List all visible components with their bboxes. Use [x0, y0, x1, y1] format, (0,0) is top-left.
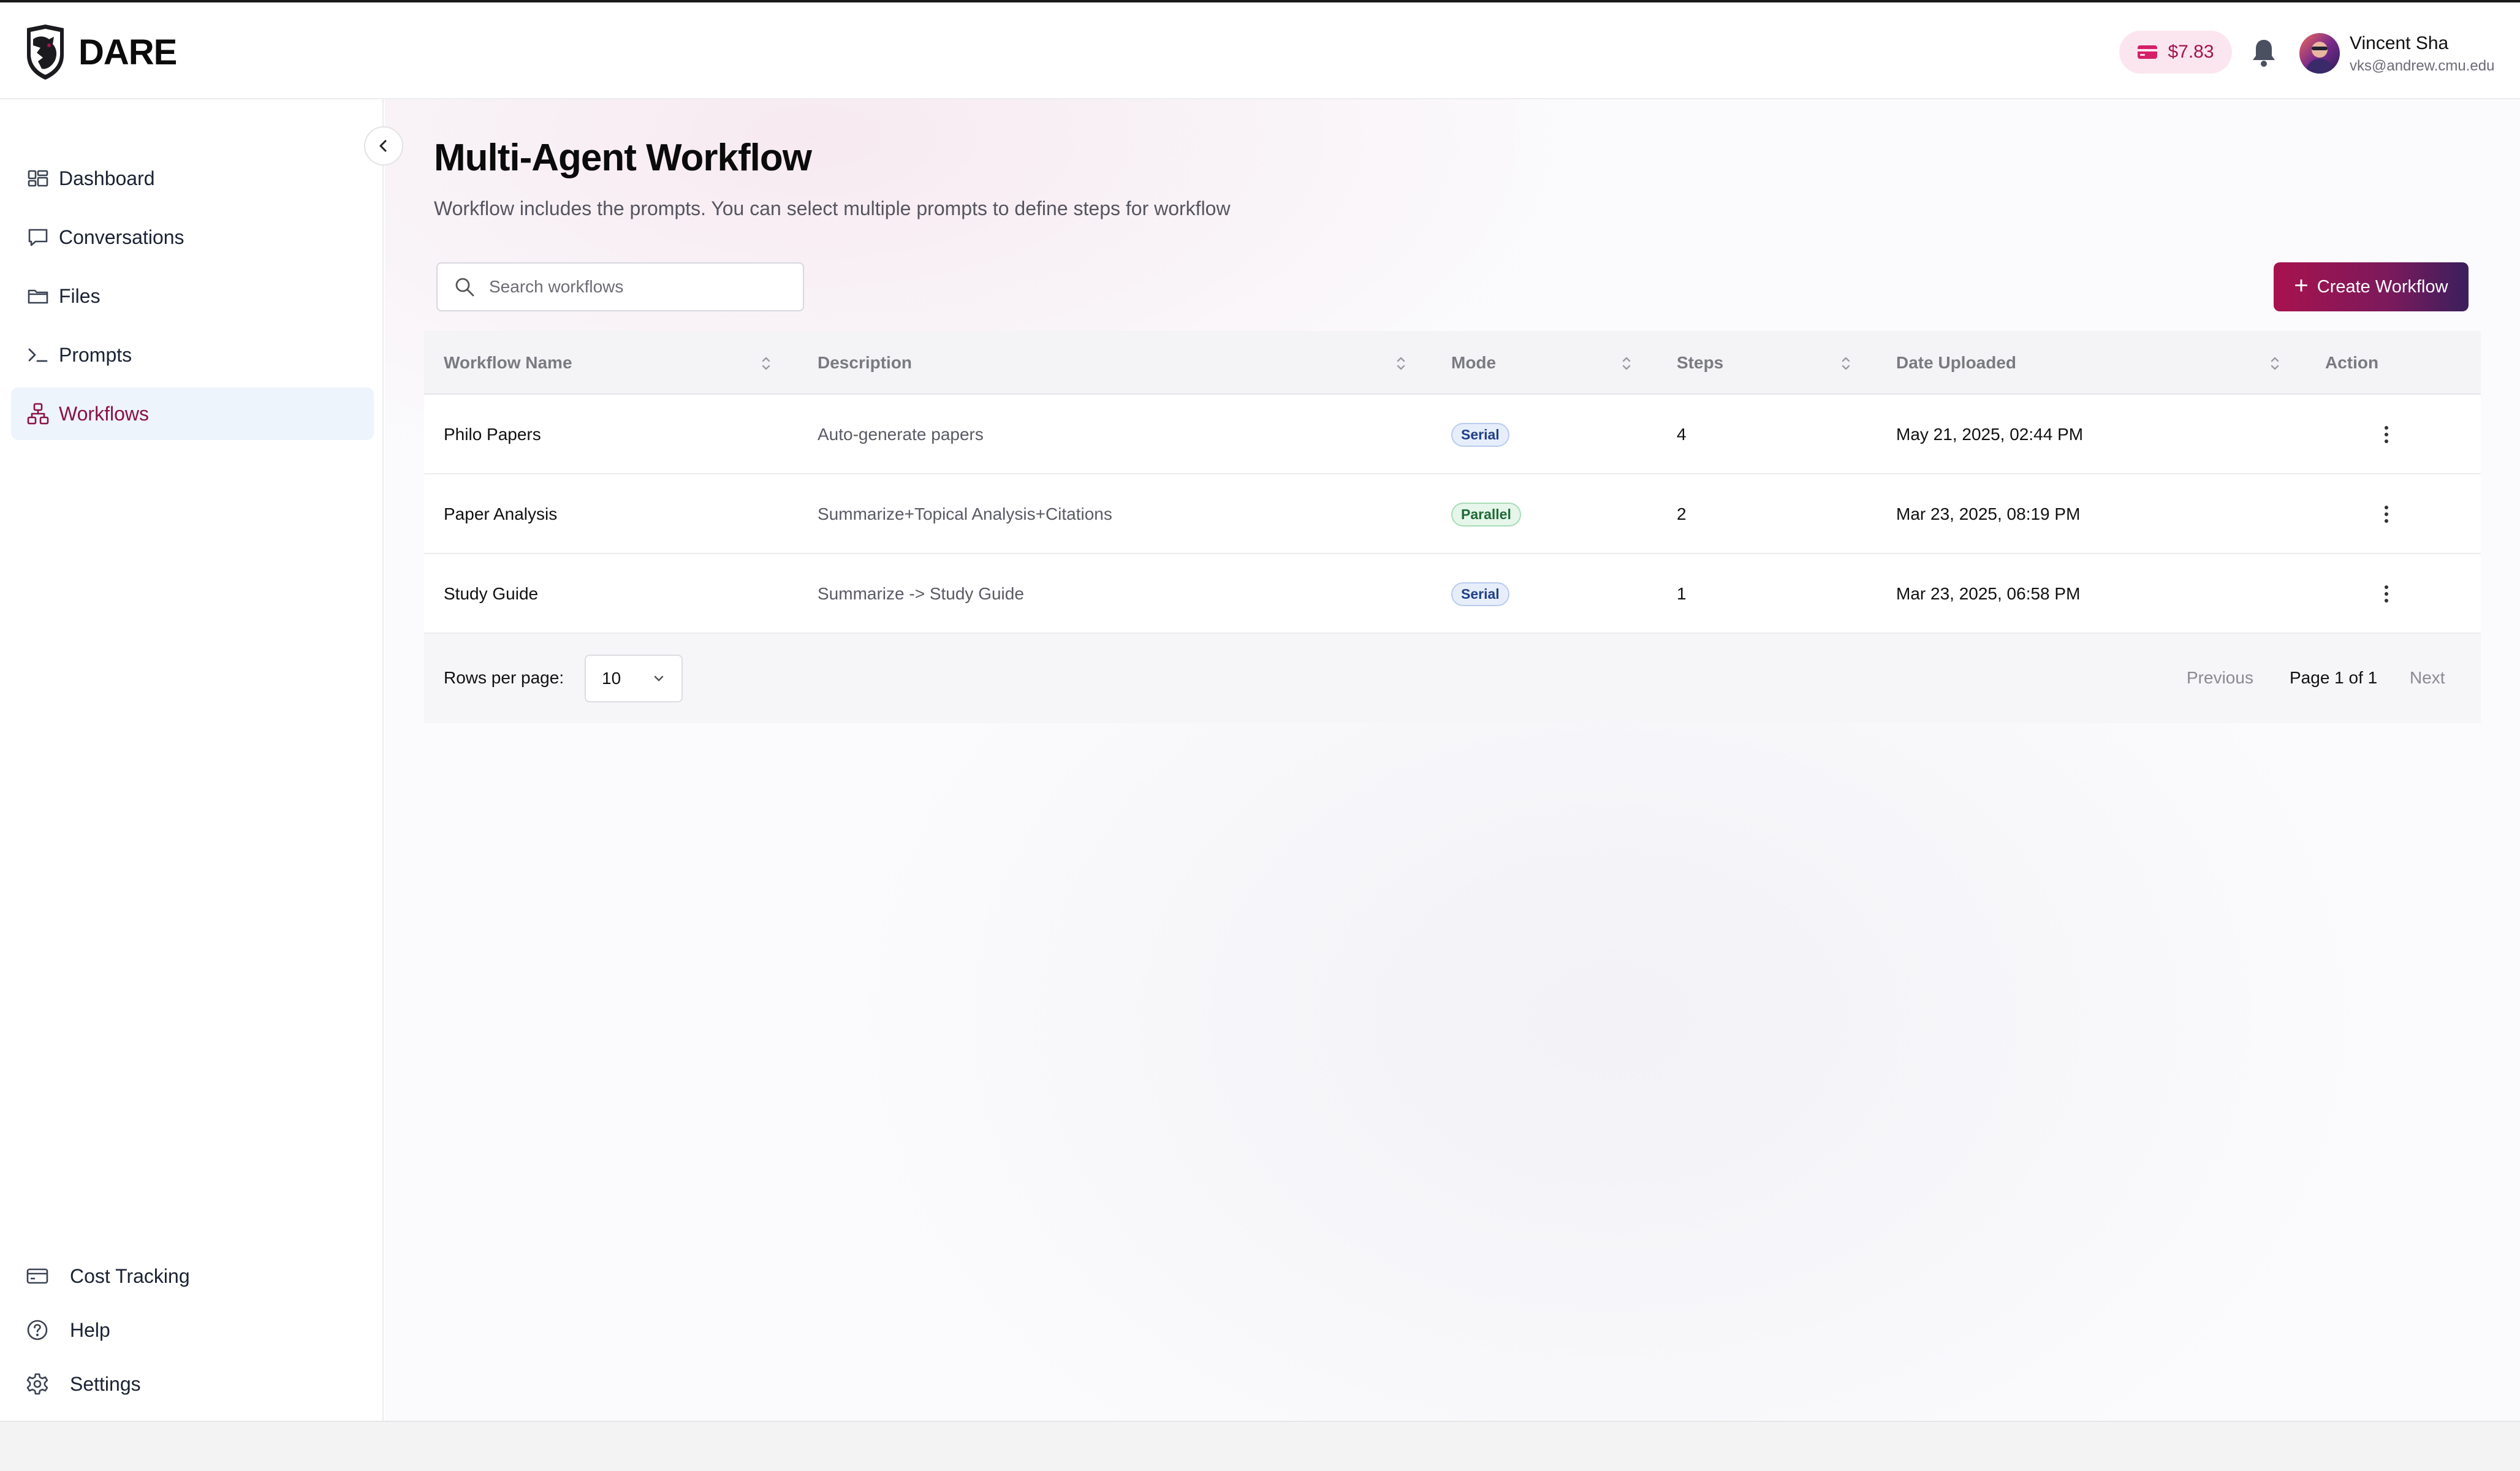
top-header: DARE $7.83 Vincent Sha vks@andrew.cmu.ed… — [0, 2, 2520, 99]
workflow-description: Summarize+Topical Analysis+Citations — [818, 504, 1112, 523]
workflow-steps: 2 — [1677, 504, 1687, 523]
create-workflow-button[interactable]: + Create Workflow — [2274, 262, 2469, 311]
search-icon — [455, 278, 474, 297]
search-box[interactable] — [436, 262, 804, 311]
sort-icon[interactable] — [2269, 354, 2281, 373]
credit-balance-badge[interactable]: $7.83 — [2119, 31, 2232, 74]
sidebar-item-settings[interactable]: Settings — [11, 1359, 374, 1408]
chat-bubble-icon — [28, 229, 48, 246]
table-row[interactable]: Study Guide Summarize -> Study Guide Ser… — [424, 554, 2481, 634]
workflow-steps: 1 — [1677, 584, 1687, 603]
folder-icon — [28, 289, 48, 304]
brand-name: DARE — [78, 32, 177, 72]
column-header-action: Action — [2325, 353, 2379, 372]
column-header-steps[interactable]: Steps — [1677, 331, 1723, 395]
table-row[interactable]: Paper Analysis Summarize+Topical Analysi… — [424, 474, 2481, 554]
sidebar-item-label: Dashboard — [59, 167, 155, 189]
sort-icon[interactable] — [760, 354, 772, 373]
sidebar-item-workflows[interactable]: Workflows — [11, 387, 374, 440]
table-header: Workflow Name Description Mode Steps Dat… — [424, 331, 2481, 395]
help-circle-icon — [27, 1320, 48, 1340]
workflow-icon — [27, 403, 49, 425]
mode-cell: Serial — [1451, 554, 1509, 634]
sort-icon[interactable] — [1620, 354, 1633, 373]
dare-logo-icon — [27, 25, 64, 80]
workflow-description: Auto-generate papers — [818, 425, 984, 444]
more-options-icon[interactable] — [2383, 582, 2390, 606]
collapse-sidebar-button[interactable] — [364, 126, 403, 165]
mode-badge: Parallel — [1451, 502, 1521, 526]
search-input[interactable] — [489, 277, 783, 297]
rows-per-page-value: 10 — [602, 669, 621, 688]
plus-icon: + — [2294, 272, 2309, 299]
column-header-description[interactable]: Description — [818, 331, 912, 395]
workflow-name[interactable]: Paper Analysis — [444, 474, 557, 554]
user-name: Vincent Sha — [2350, 33, 2449, 53]
sidebar-item-prompts[interactable]: Prompts — [11, 329, 374, 381]
column-header-workflow-name[interactable]: Workflow Name — [444, 331, 572, 395]
notification-bell-icon[interactable] — [2250, 38, 2277, 67]
chevron-down-icon — [654, 675, 664, 682]
gear-icon — [26, 1373, 48, 1395]
credit-amount: $7.83 — [2168, 42, 2214, 62]
sidebar-item-conversations[interactable]: Conversations — [11, 211, 374, 264]
sidebar-item-label: Settings — [70, 1372, 141, 1395]
user-email: vks@andrew.cmu.edu — [2350, 58, 2495, 74]
sidebar-item-label: Prompts — [59, 343, 132, 366]
more-options-icon[interactable] — [2383, 503, 2390, 526]
mode-cell: Parallel — [1451, 474, 1521, 554]
create-workflow-label: Create Workflow — [2317, 276, 2448, 297]
sidebar-item-cost-tracking[interactable]: Cost Tracking — [11, 1252, 374, 1301]
column-header-date-uploaded[interactable]: Date Uploaded — [1896, 331, 2016, 395]
chevron-left-icon — [379, 140, 387, 152]
more-options-icon[interactable] — [2383, 423, 2390, 446]
dashboard-icon — [28, 170, 48, 187]
workflow-name[interactable]: Philo Papers — [444, 395, 541, 474]
page-subtitle: Workflow includes the prompts. You can s… — [434, 197, 1231, 219]
page-indicator: Page 1 of 1 — [2290, 668, 2378, 687]
page-title: Multi-Agent Workflow — [434, 137, 812, 179]
rows-per-page-select[interactable]: 10 — [585, 655, 683, 702]
previous-page-button[interactable]: Previous — [2187, 668, 2253, 688]
workflow-name[interactable]: Study Guide — [444, 554, 538, 634]
workflow-date: Mar 23, 2025, 06:58 PM — [1896, 584, 2081, 603]
column-header-mode[interactable]: Mode — [1451, 331, 1496, 395]
sort-icon[interactable] — [1395, 354, 1407, 373]
window-bottom-edge — [0, 1421, 2520, 1471]
workflow-date: May 21, 2025, 02:44 PM — [1896, 425, 2084, 444]
terminal-prompt-icon — [28, 348, 48, 362]
sidebar-item-label: Cost Tracking — [70, 1264, 190, 1287]
workflow-steps: 4 — [1677, 425, 1687, 444]
sidebar-item-label: Conversations — [59, 226, 184, 248]
sidebar-item-help[interactable]: Help — [11, 1306, 374, 1355]
workflows-table: Workflow Name Description Mode Steps Dat… — [424, 331, 2481, 723]
next-page-button[interactable]: Next — [2410, 668, 2445, 688]
rows-per-page-label: Rows per page: — [444, 668, 564, 687]
wallet-icon — [2138, 45, 2158, 59]
sidebar-item-files[interactable]: Files — [11, 270, 374, 322]
credit-card-icon — [26, 1268, 48, 1284]
sidebar-item-label: Files — [59, 284, 101, 307]
table-footer: Rows per page: 10 Previous Page 1 of 1 N… — [424, 634, 2481, 723]
user-avatar[interactable] — [2299, 33, 2340, 74]
table-row[interactable]: Philo Papers Auto-generate papers Serial… — [424, 395, 2481, 474]
mode-cell: Serial — [1451, 395, 1509, 474]
sidebar-item-label: Help — [70, 1318, 110, 1341]
sidebar-item-label: Workflows — [59, 402, 149, 425]
mode-badge: Serial — [1451, 422, 1509, 447]
sidebar: Dashboard Conversations Files Prompts Wo… — [0, 99, 384, 1421]
mode-badge: Serial — [1451, 582, 1509, 606]
workflow-description: Summarize -> Study Guide — [818, 584, 1024, 603]
sort-icon[interactable] — [1840, 354, 1852, 373]
workflow-date: Mar 23, 2025, 08:19 PM — [1896, 504, 2081, 523]
sidebar-item-dashboard[interactable]: Dashboard — [11, 152, 374, 205]
